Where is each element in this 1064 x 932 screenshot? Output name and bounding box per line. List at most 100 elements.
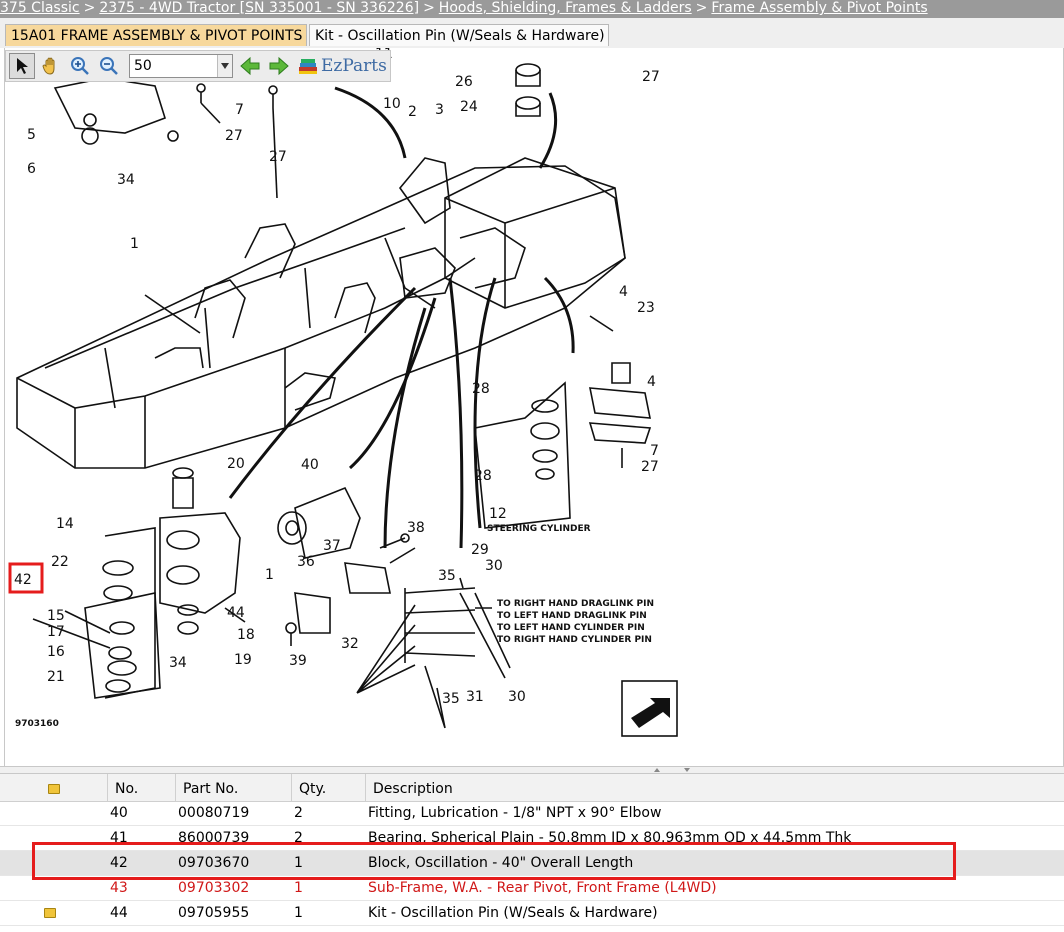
splitter-grip-icon [654, 768, 690, 772]
hand-icon[interactable] [38, 53, 64, 79]
pointer-icon[interactable] [9, 53, 35, 79]
row-qty: 2 [294, 805, 303, 821]
svg-text:28: 28 [472, 381, 490, 397]
parts-diagram[interactable]: 112726 24107 235 27276 3414 23428 72720 … [5, 48, 1064, 766]
svg-text:38: 38 [407, 520, 425, 536]
ezparts-logo: EzParts [297, 55, 387, 77]
svg-text:3: 3 [435, 102, 444, 118]
zoom-select[interactable]: 50 [129, 54, 233, 78]
zoom-in-icon[interactable] [67, 53, 93, 79]
svg-text:4: 4 [619, 284, 628, 300]
svg-text:20: 20 [227, 456, 245, 472]
table-row[interactable]: 40 00080719 2 Fitting, Lubrication - 1/8… [0, 801, 1064, 826]
svg-text:30: 30 [485, 558, 503, 574]
svg-text:TO LEFT HAND CYLINDER PIN: TO LEFT HAND CYLINDER PIN [497, 623, 645, 633]
svg-text:16: 16 [47, 644, 65, 660]
logo-text: EzParts [321, 56, 387, 76]
svg-text:31: 31 [466, 689, 484, 705]
header-part-no[interactable]: Part No. [176, 774, 292, 801]
svg-text:10: 10 [383, 96, 401, 112]
svg-text:27: 27 [641, 459, 659, 475]
breadcrumb-separator: > [83, 0, 96, 16]
forward-arrow-icon[interactable] [266, 53, 292, 79]
diagram-viewer[interactable]: 112726 24107 235 27276 3414 23428 72720 … [4, 48, 1064, 766]
breadcrumb-separator: > [423, 0, 435, 16]
svg-text:6: 6 [27, 161, 36, 177]
svg-text:1: 1 [265, 567, 274, 583]
tab-bar: 15A01 FRAME ASSEMBLY & PIVOT POINTS Kit … [0, 18, 1064, 48]
row-no: 40 [110, 805, 128, 821]
svg-text:14: 14 [56, 516, 74, 532]
header-description[interactable]: Description [366, 774, 1064, 801]
svg-text:26: 26 [455, 74, 473, 90]
svg-text:9703160: 9703160 [15, 719, 59, 729]
breadcrumb: 375 Classic >2375 - 4WD Tractor [SN 33500… [0, 0, 1064, 18]
breadcrumb-item-tractor[interactable]: 2375 - 4WD Tractor [SN 335001 - SN 33622… [99, 0, 419, 16]
grid-header: No. Part No. Qty. Description [0, 774, 1064, 802]
header-qty[interactable]: Qty. [292, 774, 366, 801]
svg-text:15: 15 [47, 608, 65, 624]
svg-text:4: 4 [647, 374, 656, 390]
chevron-down-icon[interactable] [217, 55, 232, 77]
svg-text:12: 12 [489, 506, 507, 522]
row-part-no: 00080719 [178, 805, 250, 821]
row-part-no: 09705955 [178, 905, 250, 921]
svg-text:TO RIGHT HAND CYLINDER PIN: TO RIGHT HAND CYLINDER PIN [497, 635, 652, 645]
svg-text:18: 18 [237, 627, 255, 643]
header-icon-column[interactable] [0, 774, 108, 801]
row-no: 44 [110, 905, 128, 921]
tab-oscillation-pin-kit[interactable]: Kit - Oscillation Pin (W/Seals & Hardwar… [309, 24, 609, 46]
svg-text:35: 35 [442, 691, 460, 707]
svg-text:17: 17 [47, 624, 65, 640]
breadcrumb-item-model[interactable]: 375 Classic [0, 0, 80, 16]
svg-text:37: 37 [323, 538, 341, 554]
svg-text:34: 34 [117, 172, 135, 188]
svg-text:21: 21 [47, 669, 65, 685]
note-icon[interactable] [44, 908, 56, 918]
breadcrumb-item-category[interactable]: Hoods, Shielding, Frames & Ladders [439, 0, 692, 16]
breadcrumb-separator: > [695, 0, 708, 16]
svg-text:27: 27 [642, 69, 660, 85]
svg-text:44: 44 [227, 605, 245, 621]
row-description: Kit - Oscillation Pin (W/Seals & Hardwar… [368, 905, 658, 921]
svg-text:27: 27 [225, 128, 243, 144]
svg-text:5: 5 [27, 127, 36, 143]
svg-text:32: 32 [341, 636, 359, 652]
note-icon [47, 784, 60, 794]
selected-row-highlight [32, 842, 956, 880]
svg-text:28: 28 [474, 468, 492, 484]
breadcrumb-item-section[interactable]: Frame Assembly & Pivot Points [711, 0, 927, 16]
svg-text:42: 42 [14, 572, 32, 588]
svg-text:1: 1 [130, 236, 139, 252]
svg-text:39: 39 [289, 653, 307, 669]
row-description: Fitting, Lubrication - 1/8" NPT x 90° El… [368, 805, 662, 821]
svg-text:TO RIGHT HAND DRAGLINK PIN: TO RIGHT HAND DRAGLINK PIN [497, 599, 654, 609]
svg-text:STEERING CYLINDER: STEERING CYLINDER [487, 524, 591, 534]
svg-text:7: 7 [650, 443, 659, 459]
zoom-value: 50 [134, 58, 152, 74]
svg-text:23: 23 [637, 300, 655, 316]
back-arrow-icon[interactable] [237, 53, 263, 79]
svg-text:29: 29 [471, 542, 489, 558]
svg-text:40: 40 [301, 457, 319, 473]
svg-text:35: 35 [438, 568, 456, 584]
svg-text:27: 27 [269, 149, 287, 165]
svg-text:19: 19 [234, 652, 252, 668]
row-icon-cell [0, 901, 108, 925]
svg-text:36: 36 [297, 554, 315, 570]
svg-text:34: 34 [169, 655, 187, 671]
header-no[interactable]: No. [108, 774, 176, 801]
svg-text:24: 24 [460, 99, 478, 115]
svg-text:TO LEFT HAND DRAGLINK PIN: TO LEFT HAND DRAGLINK PIN [497, 611, 647, 621]
table-row[interactable]: 44 09705955 1 Kit - Oscillation Pin (W/S… [0, 901, 1064, 926]
svg-text:7: 7 [235, 102, 244, 118]
row-qty: 1 [294, 905, 303, 921]
svg-text:22: 22 [51, 554, 69, 570]
zoom-out-icon[interactable] [96, 53, 122, 79]
svg-text:2: 2 [408, 104, 417, 120]
panel-splitter[interactable] [0, 766, 1064, 774]
viewer-toolbar: 50 EzParts [5, 50, 391, 82]
books-icon [299, 59, 317, 74]
svg-text:30: 30 [508, 689, 526, 705]
tab-frame-assembly[interactable]: 15A01 FRAME ASSEMBLY & PIVOT POINTS [5, 24, 307, 46]
